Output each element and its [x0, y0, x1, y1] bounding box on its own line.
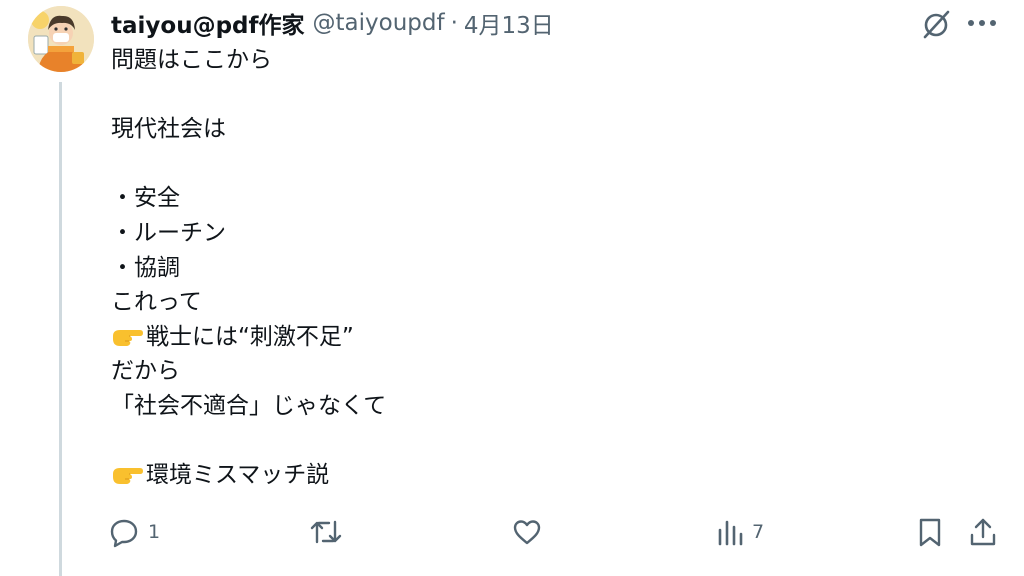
text-line: これって — [111, 289, 202, 316]
text-line: ・ルーチン — [111, 219, 226, 246]
retweet-button[interactable] — [309, 512, 351, 552]
views-chart-icon — [718, 520, 743, 546]
text-line: 現代社会は — [111, 116, 226, 143]
retweet-icon — [310, 520, 342, 544]
bookmark-icon — [919, 518, 941, 547]
views-button[interactable]: 7 — [716, 512, 764, 552]
text-line — [111, 424, 931, 459]
thread-connector-line — [59, 82, 62, 576]
header-separator: · — [450, 10, 458, 36]
share-button[interactable] — [968, 512, 998, 552]
more-horizontal-icon[interactable] — [962, 8, 1002, 38]
avatar[interactable] — [28, 6, 94, 72]
text-line: 戦士には“刺激不足” — [111, 320, 931, 355]
pointing-hand-emoji-icon — [113, 468, 143, 485]
tweet[interactable]: taiyou@pdf作家 @taiyoupdf · 4月13日 問題はここから … — [0, 0, 1024, 576]
user-handle[interactable]: @taiyoupdf — [313, 10, 445, 36]
text-line — [111, 147, 931, 182]
tweet-text: 問題はここから 現代社会は ・安全 ・ルーチン ・協調 これって 戦士には“刺激… — [111, 43, 931, 493]
like-button[interactable] — [511, 512, 551, 552]
reply-count: 1 — [148, 521, 161, 543]
text-line: 問題はここから — [111, 47, 272, 73]
reply-button[interactable]: 1 — [108, 512, 160, 552]
text-line: ・協調 — [111, 254, 180, 281]
tweet-date[interactable]: 4月13日 — [464, 6, 554, 40]
heart-icon — [513, 520, 541, 545]
action-bar: 1 7 — [0, 512, 1024, 552]
text-line: 環境ミスマッチ説 — [111, 458, 931, 493]
tweet-header: taiyou@pdf作家 @taiyoupdf · 4月13日 — [111, 6, 554, 40]
bookmark-button[interactable] — [916, 512, 944, 552]
share-icon — [970, 518, 996, 546]
avatar-illustration — [28, 6, 94, 72]
text-line: 「社会不適合」じゃなくて — [111, 392, 387, 419]
text-line: ・安全 — [111, 185, 180, 212]
text-line: だから — [111, 358, 180, 385]
pointing-hand-emoji-icon — [113, 329, 143, 346]
text-line — [111, 78, 931, 113]
display-name[interactable]: taiyou@pdf作家 — [111, 6, 305, 40]
grok-icon[interactable] — [918, 6, 954, 42]
views-count: 7 — [752, 521, 765, 543]
reply-icon — [110, 519, 138, 548]
